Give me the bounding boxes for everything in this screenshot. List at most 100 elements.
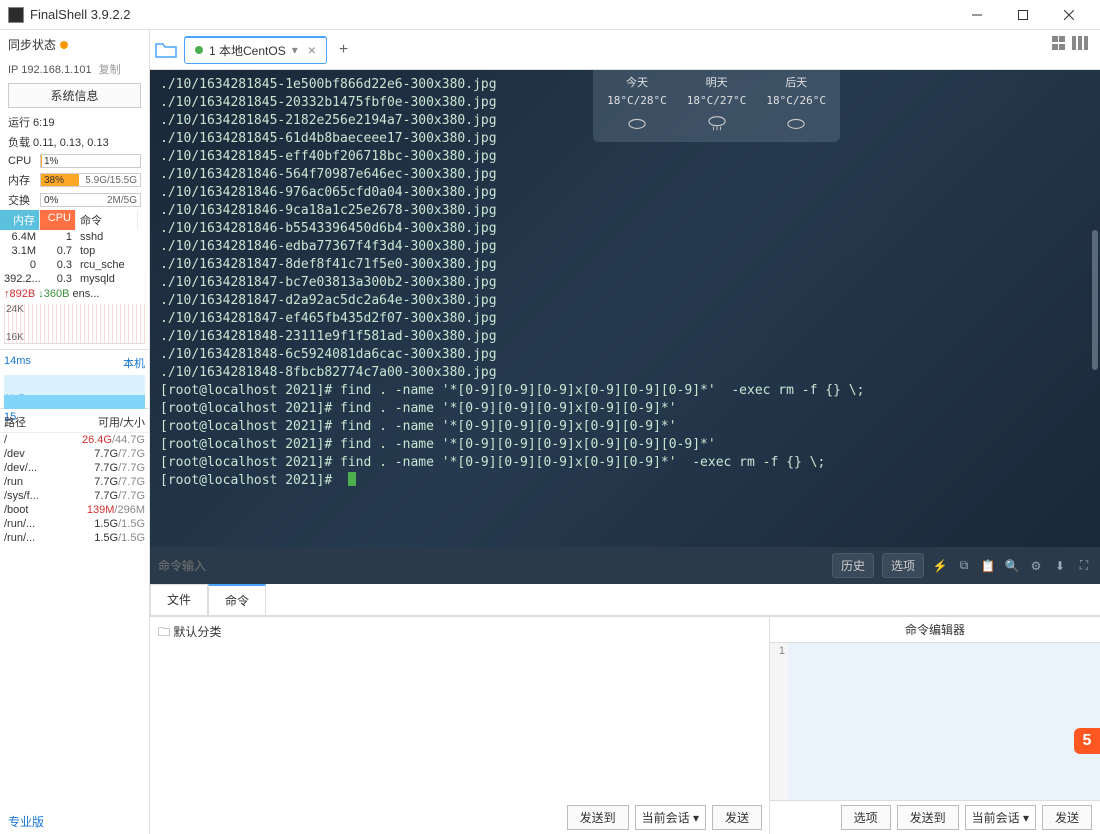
bolt-icon[interactable]: ⚡: [932, 558, 948, 574]
app-icon: [8, 7, 24, 23]
disk-h-size[interactable]: 可用/大小: [54, 414, 145, 430]
close-button[interactable]: [1046, 0, 1092, 30]
term-line: [root@localhost 2021]# find . -name '*[0…: [160, 418, 1090, 436]
editor-input[interactable]: [788, 643, 1100, 800]
mem-detail: 5.9G/15.5G: [85, 175, 137, 186]
proc-h-cmd[interactable]: 命令: [76, 210, 138, 230]
columns-view-icon[interactable]: [1072, 36, 1090, 50]
scrollbar-thumb[interactable]: [1092, 230, 1098, 370]
options-button-2[interactable]: 选项: [841, 805, 891, 830]
disk-row[interactable]: /boot139M/296M: [0, 503, 149, 517]
options-button[interactable]: 选项: [882, 553, 924, 578]
proc-header: 内存 CPU 命令: [0, 210, 149, 230]
proc-row[interactable]: 392.2...0.3mysqld: [0, 272, 149, 286]
disk-row[interactable]: /dev7.7G/7.7G: [0, 447, 149, 461]
net-graph: [4, 304, 145, 344]
minimize-button[interactable]: [954, 0, 1000, 30]
disk-row[interactable]: /26.4G/44.7G: [0, 433, 149, 447]
proc-h-mem[interactable]: 内存: [0, 210, 40, 230]
cpu-meter: CPU 1%: [0, 152, 149, 170]
cpu-label: CPU: [8, 155, 36, 167]
weather-widget: 今天18°C/28°C 明天18°C/27°C 后天18°C/26°C: [593, 70, 840, 142]
term-line: ./10/1634281846-564f70987e646ec-300x380.…: [160, 166, 1090, 184]
copy-button[interactable]: 复制: [99, 64, 121, 76]
download-icon[interactable]: ⬇: [1052, 558, 1068, 574]
weather-day: 后天18°C/26°C: [766, 74, 826, 138]
window-title: FinalShell 3.9.2.2: [30, 7, 954, 22]
send-button-2[interactable]: 发送: [1042, 805, 1092, 830]
folder-item[interactable]: 🗀 默认分类: [154, 621, 765, 646]
term-line: ./10/1634281847-d2a92ac5dc2a64e-300x380.…: [160, 292, 1090, 310]
gear-icon[interactable]: ⚙: [1028, 558, 1044, 574]
term-line: ./10/1634281848-23111e9f1f581ad-300x380.…: [160, 328, 1090, 346]
send-button[interactable]: 发送: [712, 805, 762, 830]
session-select[interactable]: 当前会话 ▾: [635, 805, 706, 830]
disk-row[interactable]: /run7.7G/7.7G: [0, 475, 149, 489]
term-line: [root@localhost 2021]#: [160, 472, 1090, 490]
tab-label: 1 本地CentOS: [209, 42, 286, 59]
folder-small-icon: 🗀: [158, 625, 170, 639]
fullscreen-icon[interactable]: ⛶: [1076, 558, 1092, 574]
sync-dot-icon: [60, 41, 68, 49]
swap-meter: 交换 0%2M/5G: [0, 190, 149, 210]
paste-icon[interactable]: 📋: [980, 558, 996, 574]
latency-row: 14ms 本机: [0, 353, 149, 373]
disk-row[interactable]: /run/...1.5G/1.5G: [0, 531, 149, 545]
proc-row[interactable]: 6.4M1sshd: [0, 230, 149, 244]
send-to-button-2[interactable]: 发送到: [897, 805, 959, 830]
session-tab[interactable]: 1 本地CentOS ▾ ×: [184, 36, 327, 64]
copy-icon[interactable]: ⧉: [956, 558, 972, 574]
maximize-button[interactable]: [1000, 0, 1046, 30]
new-tab-button[interactable]: +: [333, 41, 354, 59]
mem-meter: 内存 38%5.9G/15.5G: [0, 170, 149, 190]
sync-label: 同步状态: [8, 36, 56, 53]
load-avg: 负载 0.11, 0.13, 0.13: [0, 132, 149, 152]
history-button[interactable]: 历史: [832, 553, 874, 578]
tab-file[interactable]: 文件: [150, 584, 208, 615]
term-line: ./10/1634281846-b5543396450d6b4-300x380.…: [160, 220, 1090, 238]
weather-day: 明天18°C/27°C: [687, 74, 747, 138]
disk-row[interactable]: /sys/f...7.7G/7.7G: [0, 489, 149, 503]
disk-row[interactable]: /run/...1.5G/1.5G: [0, 517, 149, 531]
sidebar: 同步状态 IP 192.168.1.101 复制 系统信息 运行 6:19 负载…: [0, 30, 150, 834]
pro-link[interactable]: 专业版: [0, 809, 149, 834]
proc-row[interactable]: 00.3rcu_sche: [0, 258, 149, 272]
net-if: ens...: [73, 288, 100, 300]
cmd-input[interactable]: [158, 559, 824, 573]
net-row: ↑892B ↓360B ens...: [0, 286, 149, 302]
send-to-button[interactable]: 发送到: [567, 805, 629, 830]
sysinfo-button[interactable]: 系统信息: [8, 83, 141, 108]
dropdown-icon[interactable]: ▾: [292, 43, 298, 57]
term-line: ./10/1634281848-8fbcb82774c7a00-300x380.…: [160, 364, 1090, 382]
disk-h-path[interactable]: 路径: [4, 414, 54, 430]
session-select-2[interactable]: 当前会话 ▾: [965, 805, 1036, 830]
view-mode-icons: [1052, 36, 1090, 50]
proc-h-cpu[interactable]: CPU: [40, 210, 76, 230]
swap-label: 交换: [8, 192, 36, 208]
search-icon[interactable]: 🔍: [1004, 558, 1020, 574]
weather-day: 今天18°C/28°C: [607, 74, 667, 138]
term-line: ./10/1634281846-edba77367f4f3d4-300x380.…: [160, 238, 1090, 256]
term-line: ./10/1634281846-976ac065cfd0a04-300x380.…: [160, 184, 1090, 202]
proc-row[interactable]: 3.1M0.7top: [0, 244, 149, 258]
uptime: 运行 6:19: [0, 112, 149, 132]
swap-pct: 0%: [41, 195, 58, 206]
status-dot-icon: [195, 46, 203, 54]
mem-pct: 38%: [41, 175, 64, 186]
term-line: ./10/1634281846-9ca18a1c25e2678-300x380.…: [160, 202, 1090, 220]
terminal[interactable]: 今天18°C/28°C 明天18°C/27°C 后天18°C/26°C ./10/1…: [150, 70, 1100, 547]
folder-icon[interactable]: [154, 40, 178, 60]
editor-title: 命令编辑器: [770, 617, 1100, 643]
cmd-bar: 历史 选项 ⚡ ⧉ 📋 🔍 ⚙ ⬇ ⛶: [150, 547, 1100, 584]
disk-row[interactable]: /dev/...7.7G/7.7G: [0, 461, 149, 475]
grid-view-icon[interactable]: [1052, 36, 1066, 50]
tab-cmd[interactable]: 命令: [208, 584, 266, 615]
cmd-editor-panel: 命令编辑器 1 选项 发送到 当前会话 ▾ 发送: [770, 617, 1100, 834]
net-down: ↓360B: [38, 288, 69, 300]
cpu-value: 1%: [41, 156, 58, 167]
host-label: 本机: [123, 355, 145, 371]
disk-header: 路径 可用/大小: [0, 412, 149, 433]
net-up: ↑892B: [4, 288, 35, 300]
close-tab-icon[interactable]: ×: [308, 42, 316, 58]
orange-badge-icon[interactable]: 5: [1074, 728, 1100, 754]
